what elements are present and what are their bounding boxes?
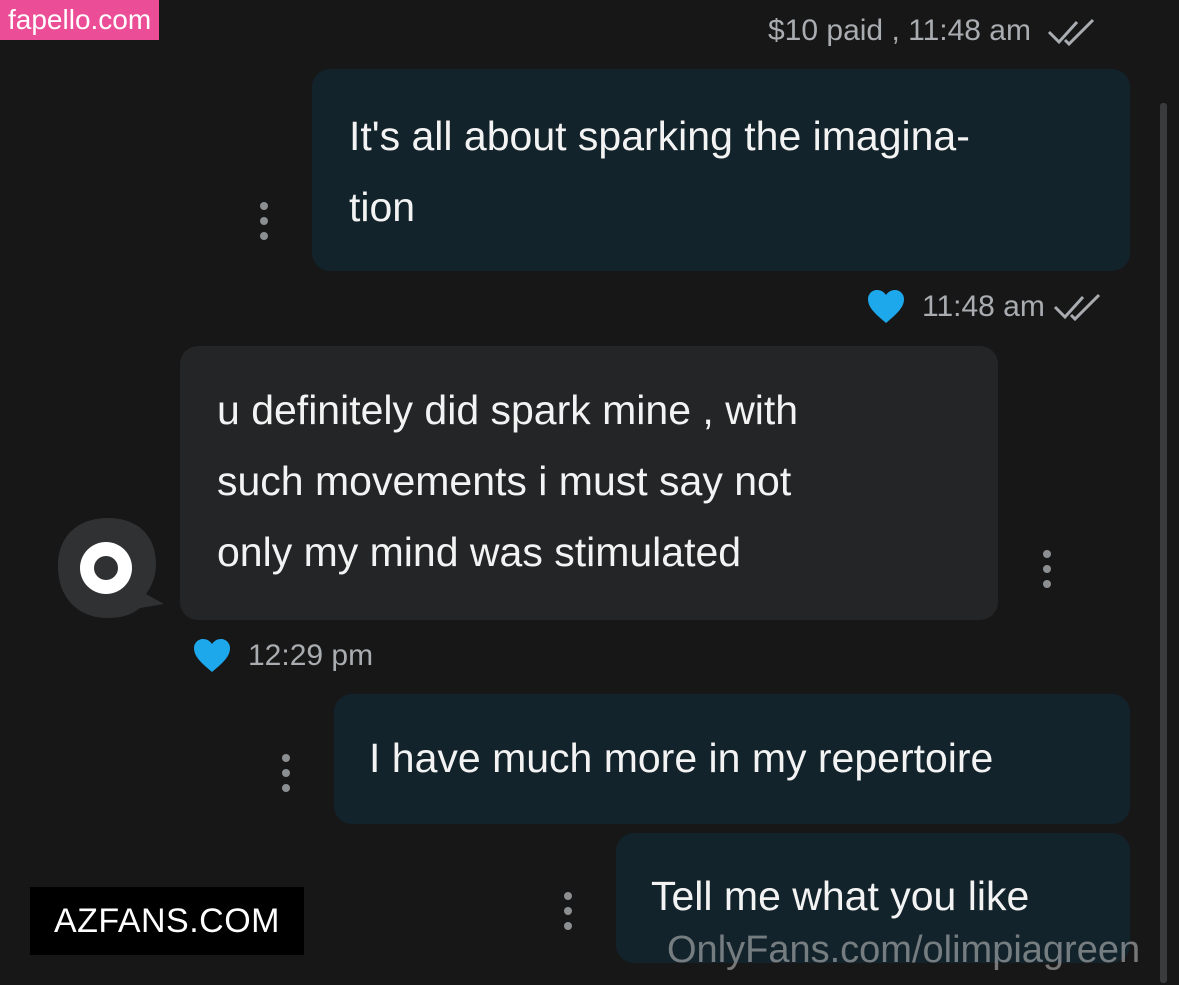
paid-status-row: $10 paid , 11:48 am [768, 14, 1101, 48]
message-options-button[interactable] [258, 202, 270, 240]
message-line: only my mind was stimulated [217, 529, 742, 575]
avatar-icon[interactable] [48, 514, 166, 622]
watermark-azfans: AZFANS.COM [30, 887, 304, 955]
incoming-status-row: 12:29 pm [192, 638, 373, 674]
message-time: 12:29 pm [248, 639, 374, 672]
message-line: tion [349, 184, 416, 230]
incoming-message-bubble[interactable]: u definitely did spark mine , with such … [180, 346, 998, 620]
heart-icon[interactable] [192, 638, 232, 674]
scrollbar[interactable] [1160, 103, 1167, 983]
paid-status-text: $10 paid , 11:48 am [768, 14, 1031, 47]
message-line: u definitely did spark mine , with [217, 387, 799, 433]
heart-icon[interactable] [866, 289, 906, 325]
watermark-onlyfans: OnlyFans.com/olimpiagreen [667, 929, 1141, 971]
double-check-icon [1053, 293, 1100, 321]
message-options-button[interactable] [1041, 550, 1053, 588]
message-line: such movements i must say not [217, 458, 792, 504]
message-time: 11:48 am [922, 290, 1045, 323]
message-options-button[interactable] [280, 754, 292, 792]
outgoing-message-bubble[interactable]: It's all about sparking the imagina- tio… [312, 69, 1130, 271]
message-line: I have much more in my repertoire [369, 735, 994, 781]
message-line: Tell me what you like [651, 873, 1030, 919]
message-line: It's all about sparking the imagina- [349, 113, 970, 159]
outgoing-message-bubble[interactable]: I have much more in my repertoire [334, 694, 1130, 824]
message-options-button[interactable] [562, 892, 574, 930]
double-check-icon [1048, 19, 1095, 47]
watermark-fapello: fapello.com [0, 0, 160, 40]
message-status-row: 11:48 am [866, 289, 1107, 325]
